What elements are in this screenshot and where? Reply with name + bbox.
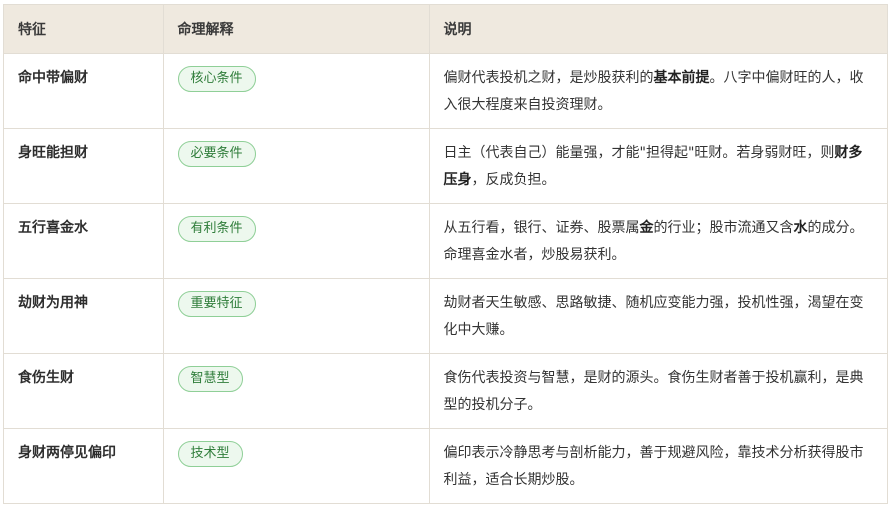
condition-badge: 智慧型 [177,365,243,392]
table-header-row: 特征 命理解释 说明 [4,5,887,54]
description-cell: 从五行看，银行、证券、股票属金的行业；股市流通又含水的成分。命理喜金水者，炒股易… [429,203,887,279]
explanation-cell: 重要特征 [163,278,430,354]
condition-badge: 技术型 [177,440,243,467]
header-explanation: 命理解释 [163,5,430,54]
explanation-cell: 智慧型 [163,353,430,429]
description-cell: 劫财者天生敏感、思路敏捷、随机应变能力强，投机性强，渴望在变化中大赚。 [429,278,887,354]
description-text: 日主（代表自己）能量强，才能"担得起"旺财。若身弱财旺，则 [443,144,835,161]
explanation-cell: 核心条件 [163,53,430,129]
table-row: 食伤生财 智慧型 食伤代表投资与智慧，是财的源头。食伤生财者善于投机赢利，是典型的投… [4,353,887,429]
description-text: 劫财者天生敏感、思路敏捷、随机应变能力强，投机性强，渴望在变化中大赚。 [443,294,864,338]
feature-cell: 命中带偏财 [4,53,164,129]
description-text: 偏印表示冷静思考与剖析能力，善于规避风险，靠技术分析获得股市利益，适合长期炒股。 [443,444,864,488]
description-cell: 偏印表示冷静思考与剖析能力，善于规避风险，靠技术分析获得股市利益，适合长期炒股。 [429,428,887,503]
description-text: 食伤代表投资与智慧，是财的源头。食伤生财者善于投机赢利，是典型的投机分子。 [443,369,864,413]
description-text: ，反成负担。 [471,171,556,188]
condition-badge: 有利条件 [177,215,256,242]
table-row: 劫财为用神 重要特征 劫财者天生敏感、思路敏捷、随机应变能力强，投机性强，渴望在变化… [4,278,887,354]
explanation-cell: 有利条件 [163,203,430,279]
feature-table: 特征 命理解释 说明 命中带偏财 核心条件 偏财代表投机之财，是炒股获利的基本前提。… [3,4,888,504]
description-text: 的行业；股市流通又含 [653,219,794,236]
condition-badge: 必要条件 [177,140,256,167]
description-cell: 偏财代表投机之财，是炒股获利的基本前提。八字中偏财旺的人，收入很大程度来自投资理… [429,53,887,129]
header-feature: 特征 [4,5,164,54]
table-row: 五行喜金水 有利条件 从五行看，银行、证券、股票属金的行业；股市流通又含水的成分。命… [4,203,887,279]
description-emphasis: 水 [793,219,808,236]
table-body: 命中带偏财 核心条件 偏财代表投机之财，是炒股获利的基本前提。八字中偏财旺的人，收入… [4,53,887,503]
feature-cell: 五行喜金水 [4,203,164,279]
description-text: 偏财代表投机之财，是炒股获利的 [443,69,654,86]
description-emphasis: 基本前提 [653,69,710,86]
table-row: 命中带偏财 核心条件 偏财代表投机之财，是炒股获利的基本前提。八字中偏财旺的人，收入… [4,53,887,129]
explanation-cell: 技术型 [163,428,430,503]
description-text: 从五行看，银行、证券、股票属 [443,219,640,236]
condition-badge: 核心条件 [177,65,256,92]
description-emphasis: 金 [639,219,654,236]
feature-cell: 身财两停见偏印 [4,428,164,503]
table-row: 身财两停见偏印 技术型 偏印表示冷静思考与剖析能力，善于规避风险，靠技术分析获得股市… [4,428,887,503]
feature-cell: 劫财为用神 [4,278,164,354]
table-row: 身旺能担财 必要条件 日主（代表自己）能量强，才能"担得起"旺财。若身弱财旺，则财多… [4,128,887,204]
description-cell: 食伤代表投资与智慧，是财的源头。食伤生财者善于投机赢利，是典型的投机分子。 [429,353,887,429]
header-description: 说明 [429,5,887,54]
table: 特征 命理解释 说明 命中带偏财 核心条件 偏财代表投机之财，是炒股获利的基本前提。… [4,5,887,503]
feature-cell: 食伤生财 [4,353,164,429]
condition-badge: 重要特征 [177,290,256,317]
description-cell: 日主（代表自己）能量强，才能"担得起"旺财。若身弱财旺，则财多压身，反成负担。 [429,128,887,204]
feature-cell: 身旺能担财 [4,128,164,204]
explanation-cell: 必要条件 [163,128,430,204]
